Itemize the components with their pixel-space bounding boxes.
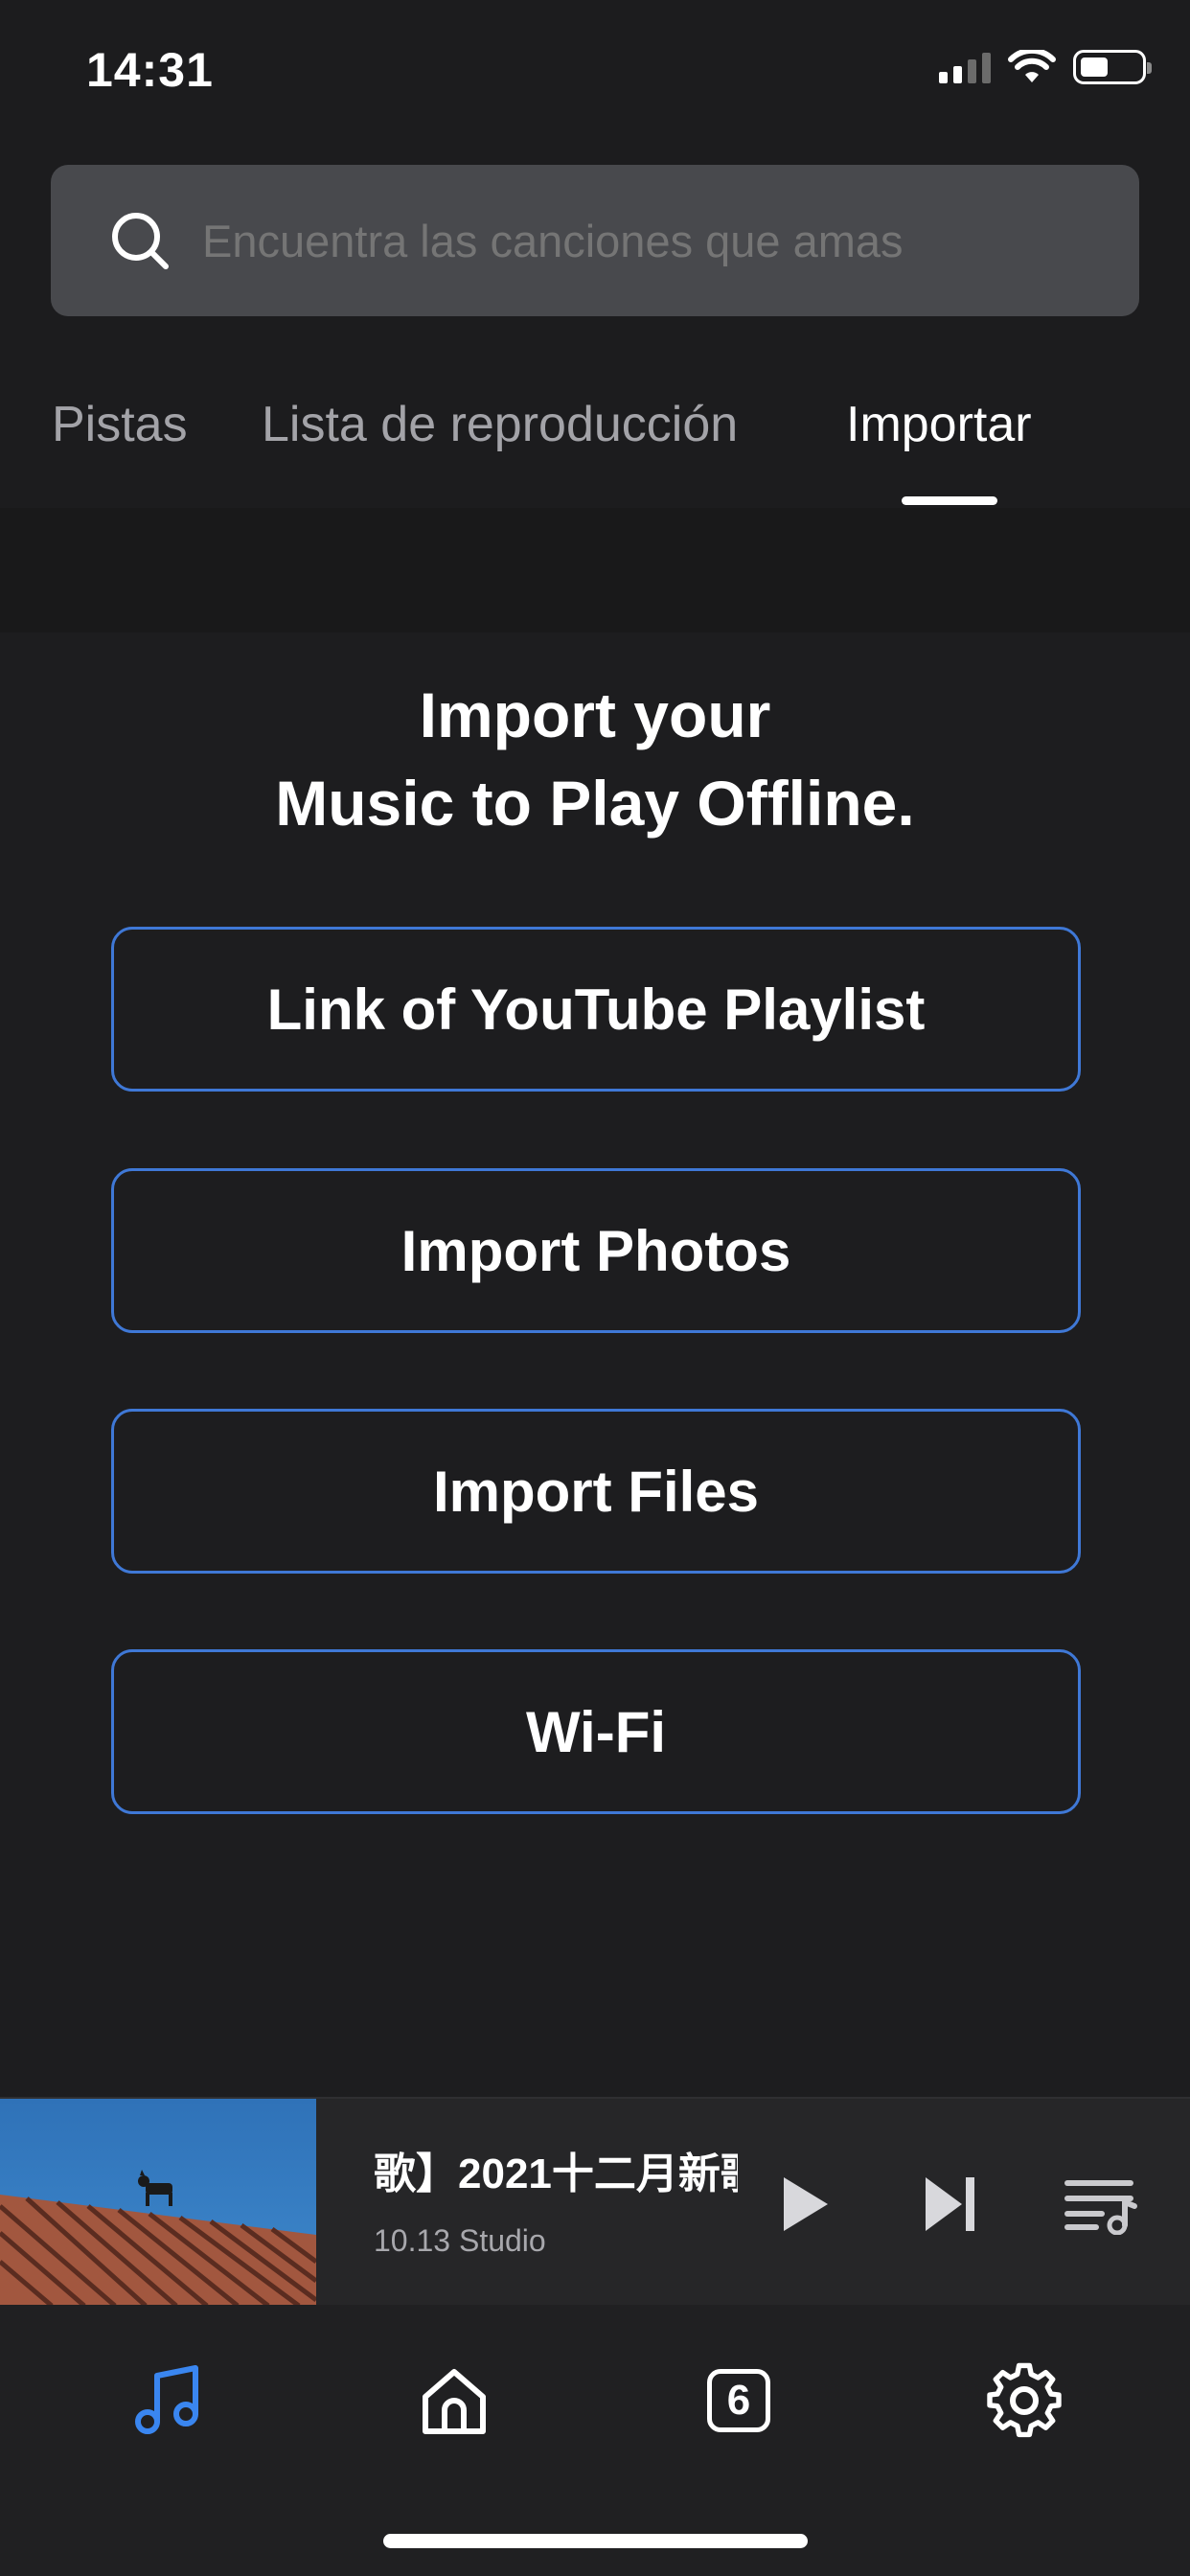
- cellular-signal-icon: [939, 51, 991, 83]
- album-art[interactable]: [0, 2099, 316, 2306]
- now-playing-artist: 10.13 Studio: [374, 2223, 546, 2258]
- search-icon: [112, 213, 169, 269]
- next-track-button[interactable]: [903, 2156, 998, 2252]
- tab-pistas[interactable]: Pistas: [52, 396, 188, 453]
- play-icon: [784, 2177, 828, 2231]
- queue-count: 6: [726, 2377, 751, 2424]
- search-bar[interactable]: [51, 165, 1139, 316]
- tab-queue-count[interactable]: 6: [691, 2353, 787, 2449]
- tab-home[interactable]: [406, 2353, 502, 2449]
- headline-line-1: Import your: [419, 679, 771, 750]
- queue-count-icon: 6: [707, 2369, 770, 2432]
- play-button[interactable]: [757, 2156, 853, 2252]
- album-art-image: [0, 2099, 316, 2306]
- wifi-icon: [1008, 50, 1056, 82]
- music-note-icon: [135, 2365, 198, 2434]
- tab-lista-de-reproduccion[interactable]: Lista de reproducción: [262, 396, 738, 453]
- playlist-music-icon: [1064, 2180, 1137, 2235]
- gear-icon: [987, 2362, 1062, 2438]
- battery-icon: [1073, 50, 1152, 84]
- youtube-playlist-button[interactable]: Link of YouTube Playlist: [111, 927, 1081, 1092]
- home-icon: [423, 2369, 486, 2434]
- import-headline: Import your Music to Play Offline.: [0, 671, 1190, 847]
- queue-button[interactable]: [1052, 2156, 1148, 2252]
- import-files-button[interactable]: Import Files: [111, 1409, 1081, 1574]
- now-playing-title[interactable]: 歌】2021十二月新歌: [374, 2139, 738, 2200]
- mini-player[interactable]: 歌】2021十二月新歌 10.13 Studio: [0, 2097, 1190, 2306]
- app-screen: 14:31 Pistas Lista de reproducción Impor…: [0, 0, 1190, 2576]
- status-time: 14:31: [86, 43, 214, 97]
- headline-line-2: Music to Play Offline.: [275, 768, 915, 839]
- header-shadow: [0, 508, 1190, 632]
- tab-music[interactable]: [121, 2353, 217, 2449]
- status-icons: [939, 50, 1152, 84]
- tab-settings[interactable]: [976, 2353, 1072, 2449]
- tab-importar[interactable]: Importar: [846, 396, 1032, 453]
- active-tab-indicator: [902, 496, 997, 505]
- search-input[interactable]: [202, 214, 1064, 267]
- home-indicator: [383, 2534, 808, 2548]
- skip-next-icon: [926, 2177, 974, 2231]
- wifi-import-button[interactable]: Wi-Fi: [111, 1649, 1081, 1814]
- import-photos-button[interactable]: Import Photos: [111, 1168, 1081, 1333]
